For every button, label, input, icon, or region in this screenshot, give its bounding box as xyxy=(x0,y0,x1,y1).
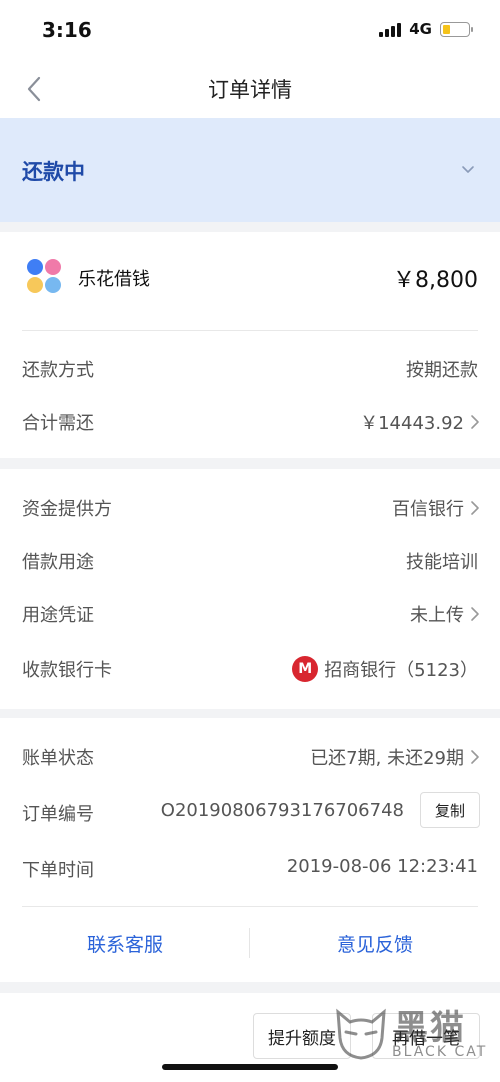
row-value: 技能培训 xyxy=(406,552,478,573)
status-icons: 4G xyxy=(379,20,473,38)
row-value-wrap: M 招商银行（5123） xyxy=(292,656,478,682)
home-indicator[interactable] xyxy=(162,1064,338,1070)
row-label: 账单状态 xyxy=(22,748,94,769)
row-value-wrap: ￥14443.92 xyxy=(360,409,480,435)
feedback-link[interactable]: 意见反馈 xyxy=(250,930,500,957)
loan-status: 还款中 xyxy=(22,160,85,184)
row-value-wrap: 百信银行 xyxy=(392,495,480,521)
divider xyxy=(22,906,478,907)
row-label: 合计需还 xyxy=(22,413,94,434)
row-label: 下单时间 xyxy=(22,860,94,881)
total-due-row[interactable]: 合计需还 ￥14443.92 xyxy=(0,395,500,447)
loan-summary-card: 乐花借钱 ￥8,800 还款方式 按期还款 合计需还 ￥14443.92 xyxy=(0,232,500,458)
row-label: 用途凭证 xyxy=(22,605,94,626)
order-info-card: 账单状态 已还7期, 未还29期 订单编号 O20190806793176706… xyxy=(0,718,500,982)
chevron-right-icon xyxy=(471,501,479,515)
row-value: 百信银行 xyxy=(392,499,464,520)
row-value: 招商银行（5123） xyxy=(324,660,478,681)
row-label: 还款方式 xyxy=(22,360,94,381)
row-value: 已还7期, 未还29期 xyxy=(310,748,464,769)
chevron-right-icon xyxy=(471,415,479,429)
watermark: 黑猫 BLACK CAT xyxy=(332,996,492,1072)
copy-button[interactable]: 复制 xyxy=(420,792,480,828)
product-row: 乐花借钱 ￥8,800 xyxy=(0,232,500,330)
row-label: 收款银行卡 xyxy=(22,660,112,681)
product-logo-icon xyxy=(27,259,61,293)
status-bar: 3:16 4G xyxy=(0,0,500,60)
loan-detail-card: 资金提供方 百信银行 借款用途 技能培训 用途凭证 未上传 收款银行卡 M 招商… xyxy=(0,469,500,709)
network-type: 4G xyxy=(409,20,432,38)
watermark-cn: 黑猫 xyxy=(394,1008,466,1048)
row-label: 借款用途 xyxy=(22,552,94,573)
proof-row[interactable]: 用途凭证 未上传 xyxy=(0,587,500,639)
watermark-en: BLACK CAT xyxy=(392,1044,488,1060)
order-number: O20190806793176706748 xyxy=(160,800,404,821)
divider xyxy=(22,330,478,331)
row-value: 未上传 xyxy=(410,605,464,626)
product-name: 乐花借钱 xyxy=(78,269,150,290)
order-time-row: 下单时间 2019-08-06 12:23:41 xyxy=(0,842,500,894)
status-time: 3:16 xyxy=(42,18,92,42)
chevron-right-icon xyxy=(471,607,479,621)
row-value-wrap: 未上传 xyxy=(410,601,480,627)
battery-level xyxy=(443,24,451,34)
row-value: ￥14443.92 xyxy=(360,413,464,434)
status-banner[interactable]: 还款中 xyxy=(0,118,500,222)
cat-logo-icon xyxy=(336,1008,386,1060)
chevron-right-icon xyxy=(471,750,479,764)
row-value: 2019-08-06 12:23:41 xyxy=(286,856,478,877)
repayment-method-row: 还款方式 按期还款 xyxy=(0,342,500,394)
nav-bar: 订单详情 xyxy=(0,60,500,118)
provider-row[interactable]: 资金提供方 百信银行 xyxy=(0,481,500,533)
page-title: 订单详情 xyxy=(208,78,292,102)
signal-icon xyxy=(379,21,402,37)
action-row: 联系客服 意见反馈 xyxy=(0,916,500,972)
bill-status-row[interactable]: 账单状态 已还7期, 未还29期 xyxy=(0,730,500,782)
purpose-row: 借款用途 技能培训 xyxy=(0,534,500,586)
bank-card-row: 收款银行卡 M 招商银行（5123） xyxy=(0,642,500,694)
contact-service-link[interactable]: 联系客服 xyxy=(0,930,250,957)
row-label: 订单编号 xyxy=(22,804,94,825)
row-label: 资金提供方 xyxy=(22,499,112,520)
chevron-down-icon xyxy=(462,166,474,173)
row-value-wrap: 已还7期, 未还29期 xyxy=(310,744,480,770)
bank-logo-icon: M xyxy=(292,656,319,682)
loan-amount: ￥8,800 xyxy=(393,268,478,293)
battery-icon xyxy=(440,21,473,37)
row-value: 按期还款 xyxy=(406,360,478,381)
